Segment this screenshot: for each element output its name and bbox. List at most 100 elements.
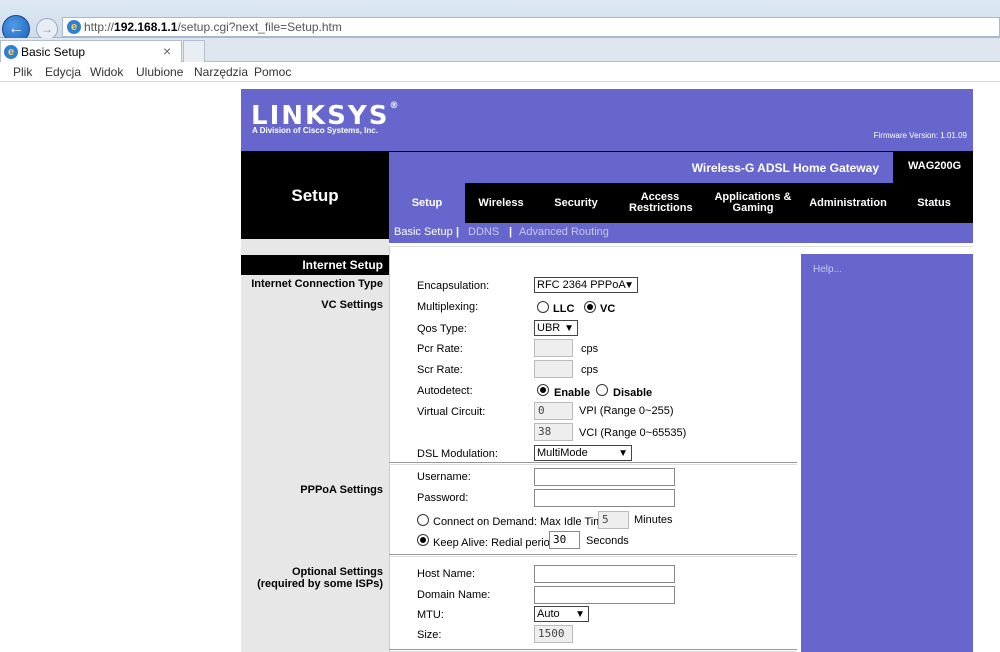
host-name-input[interactable] (534, 565, 675, 583)
optional-note-label: (required by some ISPs) (257, 578, 383, 590)
vc-label: VC (600, 303, 616, 315)
tab-title: Basic Setup (21, 45, 86, 59)
password-input[interactable] (534, 489, 675, 507)
autodetect-label: Autodetect: (417, 385, 473, 397)
page-header: LINKSYS® A Division of Cisco Systems, In… (241, 89, 973, 151)
ie-logo-icon: e (67, 20, 81, 34)
tab-applications-gaming[interactable]: Applications & Gaming (705, 183, 801, 223)
ie-logo-icon: e (4, 45, 18, 59)
tab-strip: e Basic Setup × (0, 38, 1000, 62)
chevron-down-icon: ▼ (618, 448, 628, 459)
divider (389, 246, 973, 247)
domain-name-input[interactable] (534, 586, 675, 604)
autodetect-enable-radio[interactable] (537, 384, 549, 396)
optional-settings-label: Optional Settings (291, 566, 383, 578)
menu-tools[interactable]: Narzędzia (194, 65, 248, 79)
address-bar[interactable]: e http://192.168.1.1/setup.cgi?next_file… (62, 17, 1000, 37)
vc-radio[interactable] (584, 301, 596, 313)
host-name-label: Host Name: (417, 568, 476, 580)
dsl-modulation-label: DSL Modulation: (417, 448, 498, 460)
product-name-box: Wireless-G ADSL Home Gateway (389, 151, 893, 183)
subtab-separator: | (456, 226, 460, 238)
vpi-input[interactable]: 0 (534, 402, 573, 420)
chevron-down-icon: ▼ (564, 323, 574, 334)
model-name: WAG200G (908, 160, 962, 172)
close-icon[interactable]: × (163, 43, 171, 59)
multiplexing-label: Multiplexing: (417, 301, 479, 313)
browser-toolbar: ← → e http://192.168.1.1/setup.cgi?next_… (0, 0, 1000, 43)
scr-input[interactable] (534, 360, 573, 378)
menu-view[interactable]: Widok (90, 65, 123, 79)
domain-name-label: Domain Name: (417, 589, 491, 601)
chevron-down-icon: ▼ (575, 609, 585, 620)
menu-favorites[interactable]: Ulubione (136, 65, 183, 79)
vpi-range-text: VPI (Range 0~255) (579, 405, 674, 417)
vc-settings-label: VC Settings (321, 299, 383, 311)
pcr-input[interactable] (534, 339, 573, 357)
dsl-modulation-select[interactable]: MultiMode ▼ (534, 445, 632, 461)
vci-range-text: VCI (Range 0~65535) (579, 427, 687, 439)
llc-label: LLC (553, 303, 575, 315)
gap-strip (792, 247, 801, 652)
dsl-modulation-value: MultiMode (537, 447, 588, 459)
tab-wireless[interactable]: Wireless (465, 183, 537, 223)
password-label: Password: (417, 492, 469, 504)
subtab-ddns[interactable]: DDNS (468, 226, 499, 238)
tab-status[interactable]: Status (895, 183, 973, 223)
subtab-basic-setup[interactable]: Basic Setup (394, 226, 453, 238)
tab-security[interactable]: Security (537, 183, 615, 223)
scr-unit: cps (581, 364, 599, 376)
autodetect-disable-label: Disable (613, 387, 653, 399)
sub-nav: Basic Setup | DDNS | Advanced Routing (389, 223, 973, 243)
virtual-circuit-label: Virtual Circuit: (417, 406, 486, 418)
connect-on-demand-radio[interactable] (417, 514, 429, 526)
forward-arrow-icon[interactable]: → (36, 18, 58, 40)
max-idle-time-input[interactable]: 5 (598, 511, 629, 529)
size-label: Size: (417, 629, 442, 641)
mtu-value: Auto (537, 608, 560, 620)
logo-reg: ® (389, 101, 401, 111)
keep-alive-text: Keep Alive: Redial period (433, 537, 556, 549)
pppoa-settings-label: PPPoA Settings (300, 484, 383, 496)
product-name: Wireless-G ADSL Home Gateway (691, 161, 879, 175)
scr-label: Scr Rate: (417, 364, 463, 376)
menu-help[interactable]: Pomoc (254, 65, 291, 79)
keep-alive-radio[interactable] (417, 534, 429, 546)
url-prefix: http:// (84, 20, 115, 34)
tab-administration[interactable]: Administration (801, 183, 895, 223)
minutes-text: Minutes (634, 514, 673, 526)
logo-subtitle: A Division of Cisco Systems, Inc. (252, 126, 378, 135)
url-host: 192.168.1.1 (114, 20, 178, 34)
menu-file[interactable]: Plik (13, 65, 32, 79)
url-path: /setup.cgi?next_file=Setup.htm (177, 20, 342, 34)
encapsulation-value: RFC 2364 PPPoA (537, 279, 626, 291)
qos-value: UBR (537, 322, 561, 334)
username-input[interactable] (534, 468, 675, 486)
new-tab-button[interactable] (183, 40, 205, 62)
username-label: Username: (417, 471, 471, 483)
subtab-separator: | (509, 226, 513, 238)
pcr-label: Pcr Rate: (417, 343, 463, 355)
help-panel: Help... (801, 254, 973, 652)
llc-radio[interactable] (537, 301, 549, 313)
url-text[interactable]: http://192.168.1.1/setup.cgi?next_file=S… (84, 20, 342, 34)
qos-label: Qos Type: (417, 323, 467, 335)
section-title: Setup (291, 186, 339, 205)
divider (389, 247, 390, 652)
autodetect-enable-label: Enable (554, 387, 591, 399)
autodetect-disable-radio[interactable] (596, 384, 608, 396)
subtab-advanced-routing[interactable]: Advanced Routing (519, 226, 609, 238)
qos-select[interactable]: UBR ▼ (534, 320, 578, 336)
menu-edit[interactable]: Edycja (45, 65, 81, 79)
redial-period-input[interactable]: 30 (549, 531, 580, 549)
encapsulation-select[interactable]: RFC 2364 PPPoA ▼ (534, 277, 638, 293)
tab-access-restrictions[interactable]: Access Restrictions (615, 183, 705, 223)
help-link[interactable]: Help... (813, 264, 842, 275)
mtu-select[interactable]: Auto ▼ (534, 606, 589, 622)
mtu-size-input[interactable]: 1500 (534, 625, 573, 643)
tab-setup[interactable]: Setup (389, 183, 465, 223)
internet-setup-label: Internet Setup (302, 258, 383, 272)
tab-access-restrictions-label: Access Restrictions (629, 191, 693, 214)
tab-basic-setup[interactable]: e Basic Setup × (0, 40, 182, 62)
vci-input[interactable]: 38 (534, 423, 573, 441)
